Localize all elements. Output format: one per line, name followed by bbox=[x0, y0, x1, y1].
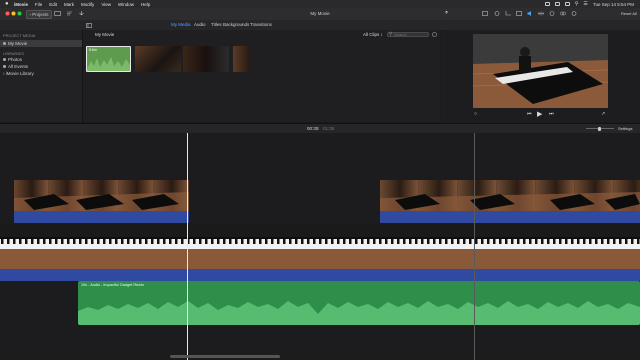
media-browser: My Movie All Clips ↕ ⚲ 5.6m bbox=[83, 30, 440, 122]
tab-titles[interactable]: Titles bbox=[211, 22, 222, 28]
filter-icon[interactable] bbox=[560, 11, 567, 16]
timecode-total: 01:35 bbox=[323, 126, 335, 131]
timeline: 10s - Audio - Impactful Gadget Remix bbox=[0, 133, 640, 360]
viewer-panel: ○ ⏮ ▶ ⏭ ↗ bbox=[441, 30, 640, 122]
color-balance-icon[interactable] bbox=[482, 11, 489, 16]
menu-bar: ● iMovie File Edit Mark Modify View Wind… bbox=[0, 0, 640, 8]
tab-audio[interactable]: Audio bbox=[194, 22, 206, 28]
media-thumbnail-4[interactable] bbox=[233, 46, 249, 72]
project-media-heading: PROJECT MEDIA bbox=[3, 33, 36, 38]
video-clip-frames bbox=[380, 180, 640, 211]
crop-icon[interactable] bbox=[505, 11, 512, 16]
play-icon[interactable]: ▶ bbox=[537, 110, 542, 118]
search-icon: ⚲ bbox=[389, 31, 393, 36]
clip-audio-strip bbox=[0, 269, 640, 281]
menu-clock[interactable]: Tue Sep 14 5:54 PM bbox=[593, 2, 634, 7]
media-thumbnail-3[interactable] bbox=[183, 46, 229, 72]
menu-help[interactable]: Help bbox=[141, 2, 150, 7]
media-thumbnail-1[interactable]: 5.6m bbox=[86, 46, 131, 72]
media-thumbnail-2[interactable] bbox=[135, 46, 181, 72]
timeline-settings-button[interactable]: Settings bbox=[618, 126, 632, 131]
battery-icon[interactable] bbox=[554, 2, 560, 6]
clip-filter-dropdown[interactable]: All Clips ↕ bbox=[363, 32, 383, 37]
events-icon bbox=[3, 65, 6, 68]
timecode-separator: / bbox=[318, 126, 320, 131]
skip-back-icon[interactable]: ⏮ bbox=[527, 111, 532, 117]
wifi-icon[interactable] bbox=[564, 2, 570, 6]
primary-storyline-clip[interactable] bbox=[0, 225, 640, 281]
skimmer-line bbox=[474, 133, 475, 360]
menu-modify[interactable]: Modify bbox=[81, 2, 94, 7]
sidebar-item-label: All Events bbox=[8, 64, 29, 69]
sidebar-toggle-icon[interactable] bbox=[86, 22, 92, 30]
horizontal-scrollbar[interactable] bbox=[170, 355, 280, 358]
reset-all-button[interactable]: Reset All bbox=[621, 10, 637, 17]
status-icon[interactable] bbox=[544, 2, 550, 6]
browser-settings-icon[interactable] bbox=[432, 32, 437, 39]
photos-icon bbox=[3, 58, 6, 61]
tab-transitions[interactable]: Transitions bbox=[250, 22, 272, 28]
clip-audio-strip bbox=[14, 211, 189, 223]
apple-menu-icon[interactable]: ● bbox=[5, 1, 10, 7]
search-input[interactable] bbox=[387, 32, 429, 37]
share-icon[interactable] bbox=[443, 10, 450, 16]
menu-mark[interactable]: Mark bbox=[64, 2, 74, 7]
color-correction-icon[interactable] bbox=[494, 11, 501, 16]
clip-audio-strip bbox=[380, 211, 640, 223]
browser-header: My Movie All Clips ↕ ⚲ bbox=[83, 30, 440, 39]
volume-icon[interactable] bbox=[527, 11, 534, 16]
sidebar-item-imovie-library[interactable]: › iMovie Library bbox=[0, 70, 82, 77]
menu-edit[interactable]: Edit bbox=[49, 2, 57, 7]
menu-file[interactable]: File bbox=[35, 2, 42, 7]
menu-view[interactable]: View bbox=[101, 2, 111, 7]
keyboard-clip-frames bbox=[0, 225, 640, 269]
menu-imovie[interactable]: iMovie bbox=[14, 2, 28, 7]
tab-my-media[interactable]: My Media bbox=[171, 22, 191, 28]
control-center-icon[interactable]: ☰ bbox=[583, 1, 587, 7]
sidebar-item-label: Photos bbox=[8, 57, 23, 62]
video-clip-1[interactable] bbox=[14, 180, 189, 223]
speed-icon[interactable] bbox=[549, 11, 556, 16]
spotlight-icon[interactable]: ⚲ bbox=[575, 1, 579, 7]
sidebar-item-label: My Movie bbox=[8, 41, 28, 46]
fullscreen-icon[interactable]: ↗ bbox=[601, 111, 605, 117]
info-icon[interactable] bbox=[571, 11, 578, 16]
music-track[interactable]: 10s - Audio - Impactful Gadget Remix bbox=[78, 281, 640, 325]
video-clip-frames bbox=[14, 180, 189, 211]
video-preview[interactable] bbox=[473, 34, 608, 108]
event-title: My Movie bbox=[95, 32, 115, 37]
viewer-controls: ○ ⏮ ▶ ⏭ ↗ bbox=[441, 110, 640, 120]
skip-forward-icon[interactable]: ⏭ bbox=[549, 111, 554, 117]
sidebar-item-label: iMovie Library bbox=[5, 71, 34, 76]
sidebar-item-all-events[interactable]: All Events bbox=[0, 63, 82, 70]
tab-backgrounds[interactable]: Backgrounds bbox=[223, 22, 249, 28]
zoom-slider-knob[interactable] bbox=[598, 126, 601, 131]
playhead[interactable] bbox=[187, 133, 188, 360]
camera-toggle-icon[interactable]: ○ bbox=[474, 111, 477, 117]
clip-filter-label: All Clips bbox=[363, 32, 380, 37]
video-clip-2[interactable] bbox=[380, 180, 640, 223]
stabilization-icon[interactable] bbox=[516, 11, 523, 16]
sidebar-item-my-movie[interactable]: My Movie bbox=[0, 40, 82, 47]
menu-window[interactable]: Window bbox=[118, 2, 134, 7]
timecode-current: 00:30 bbox=[307, 126, 319, 131]
sidebar-item-photos[interactable]: Photos bbox=[0, 56, 82, 63]
music-waveform bbox=[78, 301, 640, 325]
film-icon bbox=[3, 42, 6, 45]
library-sidebar: PROJECT MEDIA My Movie LIBRARIES Photos … bbox=[0, 30, 83, 122]
noise-reduction-icon[interactable] bbox=[538, 11, 545, 16]
zoom-slider[interactable] bbox=[586, 126, 614, 131]
